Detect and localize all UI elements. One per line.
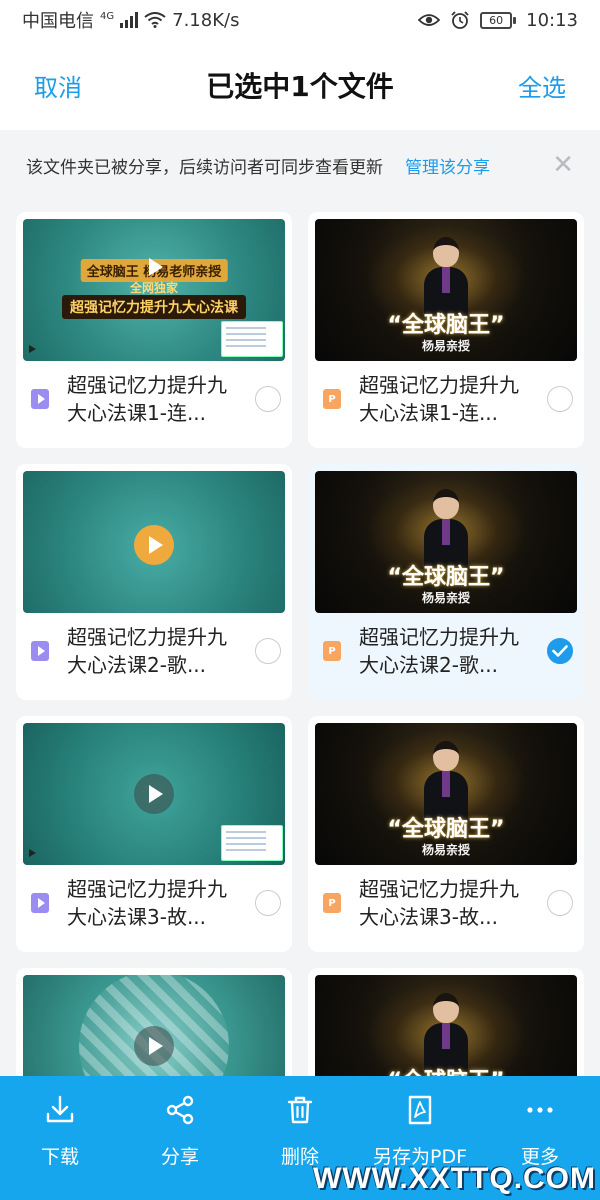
pdf-thumbnail: “全球脑王” 杨易亲授	[315, 471, 577, 613]
presenter-image	[424, 993, 468, 1073]
status-right: 60 10:13	[418, 10, 578, 31]
more-icon	[524, 1094, 556, 1130]
pdf-thumbnail: “全球脑王” 杨易亲授	[315, 219, 577, 361]
select-checkbox[interactable]	[255, 638, 281, 664]
pdf-file-icon: P	[323, 641, 341, 661]
thumbnail-subtitle: 杨易亲授	[421, 339, 470, 353]
video-thumbnail	[23, 975, 285, 1076]
presenter-image	[424, 237, 468, 317]
action-label: 下载	[40, 1146, 79, 1168]
video-file-icon	[31, 893, 49, 913]
file-info: 超强记忆力提升九大心法课3-故...	[23, 865, 285, 931]
file-card[interactable]	[16, 968, 292, 1076]
file-name: 超强记忆力提升九大心法课3-故...	[67, 877, 227, 929]
presenter-image	[424, 489, 468, 569]
file-card[interactable]: 全球脑王 杨易老师亲授 全网独家 超强记忆力提升九大心法课 超强记忆力提升九大心…	[16, 212, 292, 448]
download-icon	[44, 1094, 76, 1130]
play-icon	[29, 849, 36, 857]
download-button[interactable]: 下载	[0, 1094, 120, 1200]
thumbnail-title: “全球脑王”	[387, 817, 505, 842]
action-label: 分享	[160, 1146, 199, 1168]
battery-icon: 60	[480, 11, 517, 29]
file-name: 超强记忆力提升九大心法课1-连...	[67, 373, 227, 425]
select-checkbox[interactable]	[255, 890, 281, 916]
file-info: 超强记忆力提升九大心法课1-连...	[23, 361, 285, 427]
play-icon	[134, 774, 174, 814]
pdf-file-icon: P	[323, 389, 341, 409]
network-speed: 7.18K/s	[172, 9, 240, 31]
video-thumbnail	[23, 723, 285, 865]
trash-icon	[284, 1094, 316, 1130]
thumbnail-banner: 超强记忆力提升九大心法课	[62, 295, 246, 319]
video-file-icon	[31, 389, 49, 409]
thumbnail-title: “全球脑王”	[315, 1063, 577, 1076]
file-card[interactable]: “全球脑王” 杨易亲授 P 超强记忆力提升九大心法课1-连...	[308, 212, 584, 448]
signal-icon	[120, 12, 139, 28]
play-icon	[134, 1026, 174, 1066]
network-type: 4G	[100, 11, 115, 22]
file-card[interactable]: “全球脑王” 杨易亲授 P 超强记忆力提升九大心法课3-故...	[308, 716, 584, 952]
file-card-selected[interactable]: “全球脑王” 杨易亲授 P 超强记忆力提升九大心法课2-歌...	[308, 464, 584, 700]
video-thumbnail	[23, 471, 285, 613]
file-card[interactable]: 超强记忆力提升九大心法课2-歌...	[16, 464, 292, 700]
pdf-thumbnail: “全球脑王”	[315, 975, 577, 1076]
video-thumbnail: 全球脑王 杨易老师亲授 全网独家 超强记忆力提升九大心法课	[23, 219, 285, 361]
file-info: P 超强记忆力提升九大心法课1-连...	[315, 361, 577, 427]
video-file-icon	[31, 641, 49, 661]
share-notice-text: 该文件夹已被分享，后续访问者可同步查看更新	[26, 157, 383, 178]
file-name: 超强记忆力提升九大心法课1-连...	[359, 373, 519, 425]
play-icon	[134, 524, 174, 565]
file-name: 超强记忆力提升九大心法课2-歌...	[67, 625, 227, 677]
selection-header: 取消 已选中1个文件 全选	[0, 40, 600, 130]
screenshot-inset	[221, 321, 283, 357]
file-info: P 超强记忆力提升九大心法课2-歌...	[315, 613, 577, 679]
pdf-icon	[404, 1094, 436, 1130]
thumbnail-title: “全球脑王”	[387, 565, 505, 590]
select-all-button[interactable]: 全选	[518, 68, 566, 103]
file-info: P 超强记忆力提升九大心法课3-故...	[315, 865, 577, 931]
battery-level: 60	[480, 11, 513, 29]
eye-icon	[418, 13, 441, 27]
cancel-button[interactable]: 取消	[34, 68, 82, 103]
pdf-file-icon: P	[323, 893, 341, 913]
manage-share-link[interactable]: 管理该分享	[405, 153, 490, 178]
watermark-text: WWW.XXTTQ.COM	[313, 1162, 596, 1195]
share-icon	[164, 1094, 196, 1130]
alarm-icon	[450, 10, 470, 30]
select-checkbox-checked[interactable]	[547, 638, 573, 664]
thumbnail-subtitle: 杨易亲授	[421, 591, 470, 605]
close-icon[interactable]: ✕	[552, 150, 574, 180]
share-notice-banner: 该文件夹已被分享，后续访问者可同步查看更新 管理该分享 ✕	[0, 130, 600, 200]
page-title: 已选中1个文件	[206, 70, 394, 103]
status-bar: 中国电信 4G 7.18K/s 60 10:13	[0, 0, 600, 40]
thumbnail-subtitle: 杨易亲授	[421, 843, 470, 857]
status-left: 中国电信 4G 7.18K/s	[22, 7, 239, 33]
bottom-action-bar: 下载 分享 删除 另存为PDF 更多 WWW.XXTTQ.COM	[0, 1076, 600, 1200]
file-card[interactable]: 超强记忆力提升九大心法课3-故...	[16, 716, 292, 952]
play-icon	[29, 345, 36, 353]
pdf-thumbnail: “全球脑王” 杨易亲授	[315, 723, 577, 865]
checkmark-icon	[552, 645, 568, 657]
select-checkbox[interactable]	[255, 386, 281, 412]
presenter-image	[424, 741, 468, 821]
file-grid: 全球脑王 杨易老师亲授 全网独家 超强记忆力提升九大心法课 超强记忆力提升九大心…	[0, 200, 600, 1076]
file-card[interactable]: “全球脑王”	[308, 968, 584, 1076]
file-name: 超强记忆力提升九大心法课3-故...	[359, 877, 519, 929]
thumbnail-title: “全球脑王”	[387, 313, 505, 338]
screenshot-inset	[221, 825, 283, 861]
select-checkbox[interactable]	[547, 386, 573, 412]
file-info: 超强记忆力提升九大心法课2-歌...	[23, 613, 285, 679]
play-icon	[134, 247, 174, 287]
clock: 10:13	[526, 9, 578, 31]
carrier-label: 中国电信	[22, 11, 94, 32]
wifi-icon	[144, 12, 166, 28]
share-button[interactable]: 分享	[120, 1094, 240, 1200]
select-checkbox[interactable]	[547, 890, 573, 916]
file-name: 超强记忆力提升九大心法课2-歌...	[359, 625, 519, 677]
